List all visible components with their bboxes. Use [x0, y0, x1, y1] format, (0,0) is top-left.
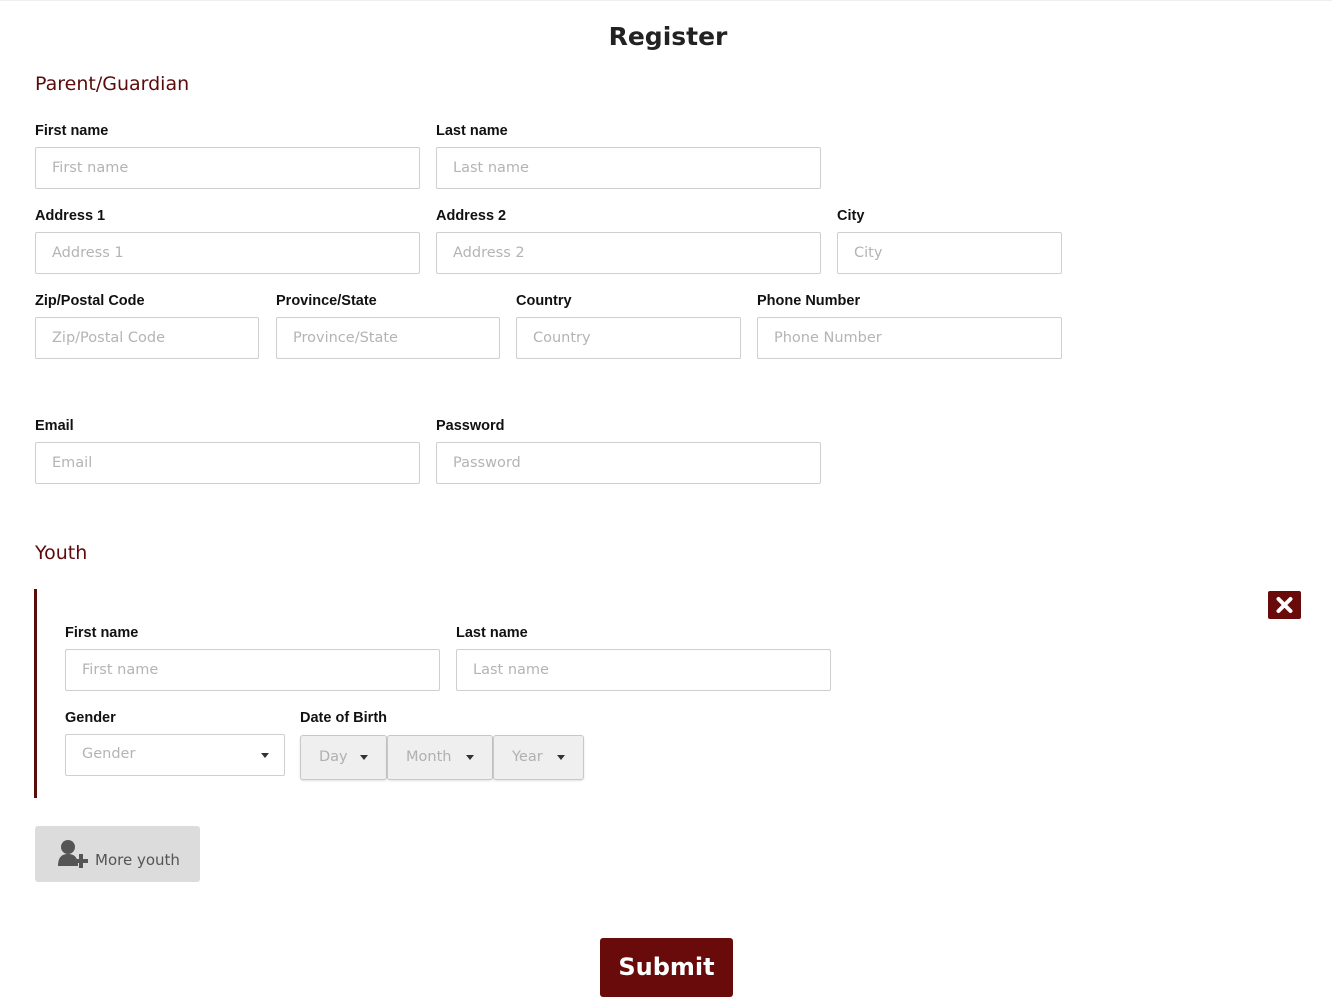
page-title: Register [608, 22, 728, 51]
address2-input[interactable] [436, 232, 821, 274]
gender-select-value: Gender [82, 746, 136, 762]
chevron-down-icon [557, 755, 565, 760]
gender-select[interactable]: Gender [65, 734, 285, 776]
parent-last-name-label: Last name [436, 123, 508, 139]
zip-input[interactable] [35, 317, 259, 359]
dob-day-value: Day [319, 749, 348, 765]
gender-label: Gender [65, 710, 116, 726]
zip-label: Zip/Postal Code [35, 293, 145, 309]
city-label: City [837, 208, 865, 224]
country-label: Country [516, 293, 572, 309]
youth-last-name-input[interactable] [456, 649, 831, 691]
parent-last-name-input[interactable] [436, 147, 821, 189]
phone-input[interactable] [757, 317, 1062, 359]
chevron-down-icon [466, 755, 474, 760]
chevron-down-icon [261, 753, 269, 758]
youth-section-heading: Youth [35, 542, 88, 564]
close-icon [1276, 597, 1293, 613]
remove-youth-button[interactable] [1268, 591, 1301, 619]
youth-first-name-input[interactable] [65, 649, 440, 691]
dob-label: Date of Birth [300, 710, 387, 726]
email-label: Email [35, 418, 74, 434]
add-user-icon [58, 840, 88, 868]
top-divider [0, 0, 1332, 1]
province-input[interactable] [276, 317, 500, 359]
province-label: Province/State [276, 293, 377, 309]
country-input[interactable] [516, 317, 741, 359]
parent-first-name-label: First name [35, 123, 109, 139]
dob-year-select[interactable]: Year [493, 735, 584, 780]
address2-label: Address 2 [436, 208, 507, 224]
address1-label: Address 1 [35, 208, 106, 224]
password-label: Password [436, 418, 505, 434]
youth-card-accent-bar [34, 589, 37, 798]
youth-last-name-label: Last name [456, 625, 528, 641]
dob-day-select[interactable]: Day [300, 735, 387, 780]
more-youth-button[interactable]: More youth [35, 826, 200, 882]
dob-year-value: Year [512, 749, 543, 765]
parent-first-name-input[interactable] [35, 147, 420, 189]
youth-first-name-label: First name [65, 625, 139, 641]
phone-label: Phone Number [757, 293, 861, 309]
password-input[interactable] [436, 442, 821, 484]
chevron-down-icon [360, 755, 368, 760]
address1-input[interactable] [35, 232, 420, 274]
dob-month-value: Month [406, 749, 452, 765]
submit-button[interactable]: Submit [600, 938, 733, 997]
city-input[interactable] [837, 232, 1062, 274]
parent-section-heading: Parent/Guardian [35, 73, 190, 95]
more-youth-label: More youth [95, 851, 180, 869]
email-input[interactable] [35, 442, 420, 484]
dob-month-select[interactable]: Month [387, 735, 493, 780]
